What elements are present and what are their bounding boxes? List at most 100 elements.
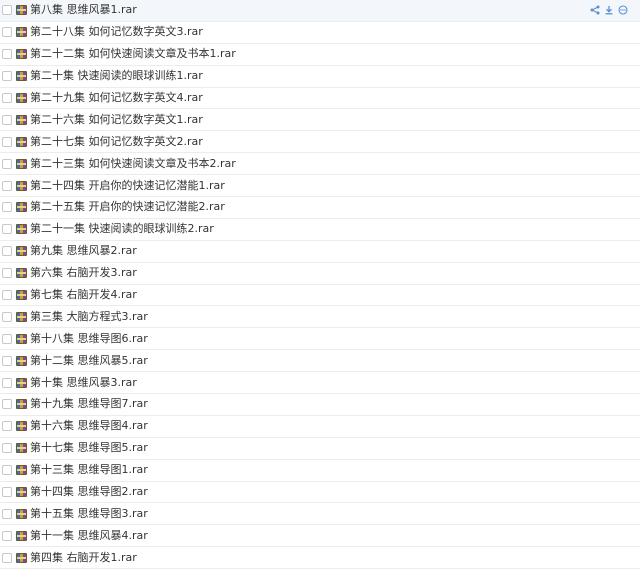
row-checkbox[interactable] xyxy=(2,27,12,38)
row-checkbox[interactable] xyxy=(2,443,12,454)
download-icon[interactable] xyxy=(604,5,614,15)
row-checkbox[interactable] xyxy=(2,465,12,476)
file-row[interactable]: 第十八集 思维导图6.rar xyxy=(0,328,640,351)
rar-file-icon xyxy=(16,49,27,60)
file-row[interactable]: 第十五集 思维导图3.rar xyxy=(0,503,640,526)
file-row[interactable]: 第十一集 思维风暴4.rar xyxy=(0,525,640,548)
file-name-link[interactable]: 第十一集 思维风暴4.rar xyxy=(30,529,148,543)
file-name-link[interactable]: 第二十集 快速阅读的眼球训练1.rar xyxy=(30,69,203,83)
rar-file-icon xyxy=(16,136,27,147)
rar-file-icon xyxy=(16,552,27,563)
row-checkbox[interactable] xyxy=(2,93,12,103)
file-name-link[interactable]: 第三集 大脑方程式3.rar xyxy=(30,310,148,324)
file-name-link[interactable]: 第九集 思维风暴2.rar xyxy=(30,244,137,258)
file-row[interactable]: 第六集 右脑开发3.rar xyxy=(0,263,640,285)
row-checkbox[interactable] xyxy=(2,399,12,410)
row-checkbox[interactable] xyxy=(2,180,12,191)
file-name-link[interactable]: 第二十二集 如何快速阅读文章及书本1.rar xyxy=(30,47,236,61)
row-checkbox[interactable] xyxy=(2,333,12,344)
file-row[interactable]: 第十七集 思维导图5.rar xyxy=(0,438,640,460)
file-name-link[interactable]: 第二十一集 快速阅读的眼球训练2.rar xyxy=(30,222,214,236)
file-name-link[interactable]: 第十二集 思维风暴5.rar xyxy=(30,354,148,368)
file-row[interactable]: 第二十九集 如何记忆数字英文4.rar xyxy=(0,88,640,110)
file-name-link[interactable]: 第十九集 思维导图7.rar xyxy=(30,397,148,411)
file-row[interactable]: 第二十八集 如何记忆数字英文3.rar xyxy=(0,22,640,44)
file-row[interactable]: 第四集 右脑开发1.rar xyxy=(0,547,640,570)
rar-file-icon xyxy=(16,443,27,454)
row-checkbox[interactable] xyxy=(2,71,12,82)
file-row[interactable]: 第七集 右脑开发4.rar xyxy=(0,285,640,307)
file-row[interactable]: 第二十二集 如何快速阅读文章及书本1.rar xyxy=(0,44,640,66)
row-checkbox[interactable] xyxy=(2,530,12,541)
rar-file-icon xyxy=(16,508,27,519)
file-row[interactable]: 第九集 思维风暴2.rar xyxy=(0,241,640,263)
more-icon[interactable] xyxy=(618,5,628,15)
row-actions xyxy=(590,5,628,15)
file-name-link[interactable]: 第十八集 思维导图6.rar xyxy=(30,332,148,346)
rar-file-icon xyxy=(16,399,27,410)
rar-file-icon xyxy=(16,530,27,541)
file-row[interactable]: 第三集 大脑方程式3.rar xyxy=(0,306,640,329)
rar-file-icon xyxy=(16,71,27,82)
file-name-link[interactable]: 第二十四集 开启你的快速记忆潜能1.rar xyxy=(30,179,225,193)
row-checkbox[interactable] xyxy=(2,114,12,125)
row-checkbox[interactable] xyxy=(2,355,12,366)
row-checkbox[interactable] xyxy=(2,202,12,213)
file-name-link[interactable]: 第二十九集 如何记忆数字英文4.rar xyxy=(30,91,203,105)
file-name-link[interactable]: 第十四集 思维导图2.rar xyxy=(30,485,148,499)
file-name-link[interactable]: 第十六集 思维导图4.rar xyxy=(30,419,148,433)
file-name-link[interactable]: 第二十三集 如何快速阅读文章及书本2.rar xyxy=(30,157,236,171)
file-name-link[interactable]: 第十集 思维风暴3.rar xyxy=(30,376,137,390)
rar-file-icon xyxy=(16,377,27,388)
file-row[interactable]: 第十集 思维风暴3.rar xyxy=(0,372,640,395)
row-checkbox[interactable] xyxy=(2,487,12,498)
row-checkbox[interactable] xyxy=(2,290,12,301)
rar-file-icon xyxy=(16,202,27,213)
file-name-link[interactable]: 第十三集 思维导图1.rar xyxy=(30,463,148,477)
rar-file-icon xyxy=(16,246,27,257)
row-checkbox[interactable] xyxy=(2,508,12,519)
file-name-link[interactable]: 第二十八集 如何记忆数字英文3.rar xyxy=(30,25,203,39)
file-name-link[interactable]: 第七集 右脑开发4.rar xyxy=(30,288,137,302)
rar-file-icon xyxy=(16,465,27,476)
row-checkbox[interactable] xyxy=(2,311,12,322)
file-row[interactable]: 第二十集 快速阅读的眼球训练1.rar xyxy=(0,66,640,88)
row-checkbox[interactable] xyxy=(2,49,12,60)
file-name-link[interactable]: 第四集 右脑开发1.rar xyxy=(30,551,137,565)
file-name-link[interactable]: 第二十五集 开启你的快速记忆潜能2.rar xyxy=(30,200,225,214)
file-row[interactable]: 第十四集 思维导图2.rar xyxy=(0,482,640,504)
file-row[interactable]: 第二十六集 如何记忆数字英文1.rar xyxy=(0,109,640,132)
file-list: 第八集 思维风暴1.rar 第二十八集 如何记忆数字英文3.rar 第二十二集 如何… xyxy=(0,0,640,572)
row-checkbox[interactable] xyxy=(2,224,12,235)
rar-file-icon xyxy=(16,27,27,38)
file-name-link[interactable]: 第十七集 思维导图5.rar xyxy=(30,441,148,455)
file-row[interactable]: 第十九集 思维导图7.rar xyxy=(0,394,640,416)
row-checkbox[interactable] xyxy=(2,268,12,279)
file-name-link[interactable]: 第十五集 思维导图3.rar xyxy=(30,507,148,521)
file-name-link[interactable]: 第二十六集 如何记忆数字英文1.rar xyxy=(30,113,203,127)
file-row[interactable]: 第十三集 思维导图1.rar xyxy=(0,460,640,482)
file-row[interactable]: 第二十四集 开启你的快速记忆潜能1.rar xyxy=(0,175,640,198)
file-row[interactable]: 第八集 思维风暴1.rar xyxy=(0,0,640,22)
file-row[interactable]: 第十六集 思维导图4.rar xyxy=(0,416,640,438)
file-row[interactable]: 第二十七集 如何记忆数字英文2.rar xyxy=(0,131,640,154)
rar-file-icon xyxy=(16,114,27,125)
file-row[interactable]: 第二十一集 快速阅读的眼球训练2.rar xyxy=(0,219,640,241)
row-checkbox[interactable] xyxy=(2,158,12,169)
rar-file-icon xyxy=(16,421,27,432)
file-row[interactable]: 第二十三集 如何快速阅读文章及书本2.rar xyxy=(0,153,640,176)
row-checkbox[interactable] xyxy=(2,136,12,147)
file-row[interactable]: 第十二集 思维风暴5.rar xyxy=(0,350,640,373)
share-icon[interactable] xyxy=(590,5,600,15)
file-row[interactable]: 第二十五集 开启你的快速记忆潜能2.rar xyxy=(0,197,640,219)
row-checkbox[interactable] xyxy=(2,421,12,432)
row-checkbox[interactable] xyxy=(2,246,12,257)
row-checkbox[interactable] xyxy=(2,377,12,388)
rar-file-icon xyxy=(16,158,27,169)
rar-file-icon xyxy=(16,487,27,498)
file-name-link[interactable]: 第二十七集 如何记忆数字英文2.rar xyxy=(30,135,203,149)
row-checkbox[interactable] xyxy=(2,552,12,563)
file-name-link[interactable]: 第八集 思维风暴1.rar xyxy=(30,3,137,17)
file-name-link[interactable]: 第六集 右脑开发3.rar xyxy=(30,266,137,280)
row-checkbox[interactable] xyxy=(2,5,12,16)
